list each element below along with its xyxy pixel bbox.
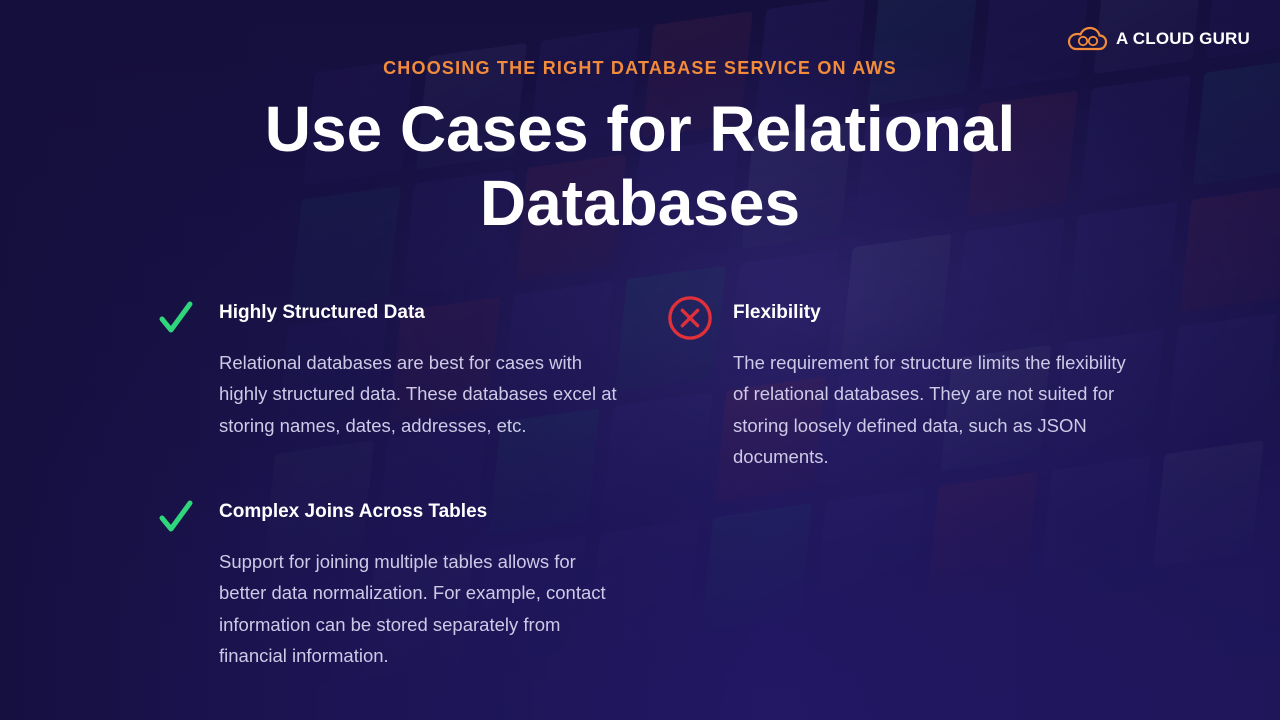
item-body: The requirement for structure limits the… bbox=[733, 352, 1126, 467]
brand-logo: A CLOUD GURU bbox=[1066, 26, 1250, 52]
x-circle-icon bbox=[667, 295, 713, 341]
checkmark-icon bbox=[153, 295, 199, 341]
cloud-logo-icon bbox=[1066, 26, 1108, 52]
item-body: Support for joining multiple tables allo… bbox=[219, 551, 606, 666]
item-heading: Flexibility bbox=[733, 302, 821, 323]
checkmark-icon bbox=[153, 494, 199, 540]
brand-name: A CLOUD GURU bbox=[1116, 29, 1250, 48]
item-heading: Complex Joins Across Tables bbox=[219, 501, 488, 522]
item-body: Relational databases are best for cases … bbox=[219, 352, 617, 436]
item-heading: Highly Structured Data bbox=[219, 302, 425, 323]
slide-eyebrow: CHOOSING THE RIGHT DATABASE SERVICE ON A… bbox=[383, 58, 897, 78]
slide-title: Use Cases for Relational Databases bbox=[264, 93, 1016, 239]
